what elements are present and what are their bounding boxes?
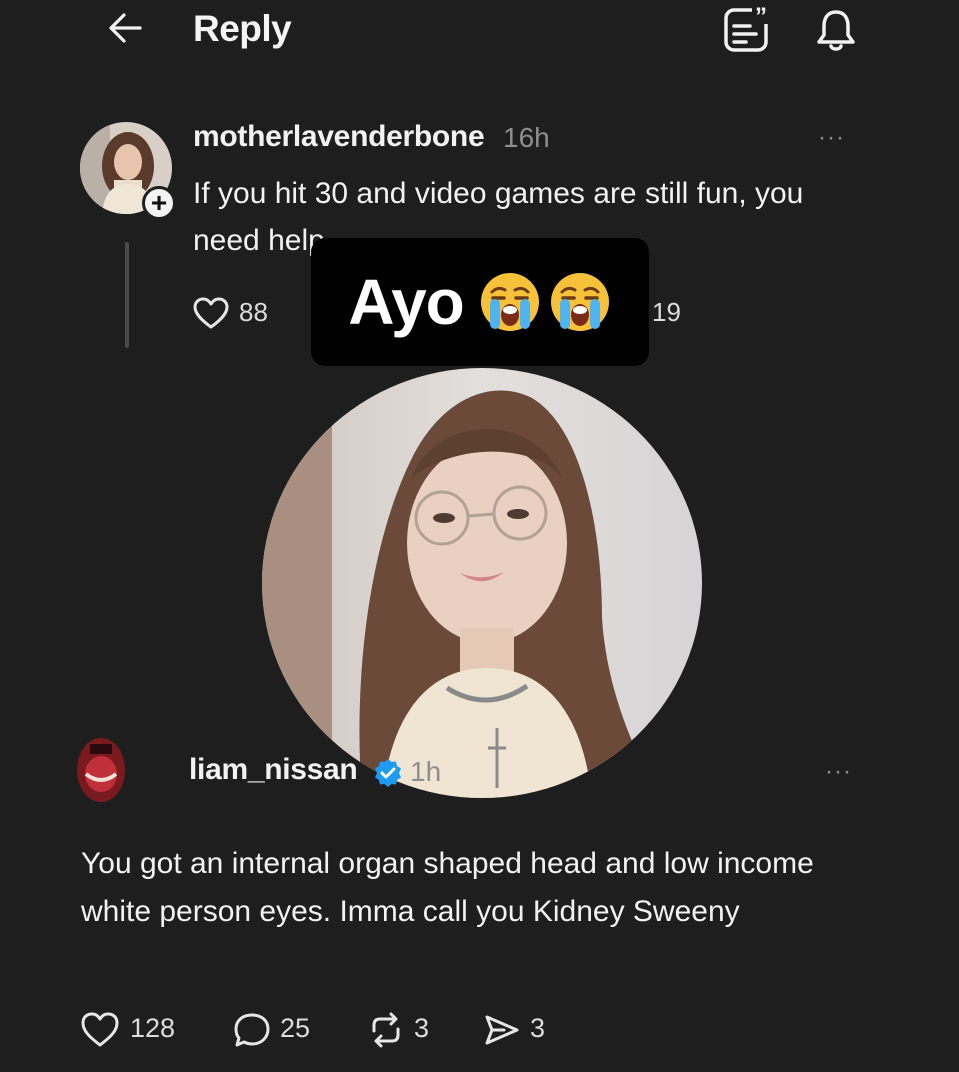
comment-count: 25 — [280, 1013, 311, 1043]
profile-portrait-image — [262, 368, 702, 798]
back-button[interactable] — [106, 10, 146, 46]
repost-button[interactable] — [366, 1011, 406, 1049]
send-icon — [485, 1015, 519, 1045]
like-count: 88 — [239, 297, 268, 327]
loudly-crying-face-emoji — [480, 273, 539, 331]
like-button[interactable] — [80, 1011, 120, 1049]
timestamp: 16h — [503, 122, 550, 153]
post-text: You got an internal organ shaped head an… — [81, 847, 814, 928]
heart-icon — [81, 1012, 119, 1047]
heart-icon — [193, 297, 229, 329]
username[interactable]: liam_nissan — [189, 753, 358, 787]
feed-button[interactable]: ” — [722, 3, 774, 54]
thread-line — [125, 242, 129, 348]
loudly-crying-face-emoji — [550, 273, 609, 331]
verified-badge-icon — [372, 757, 404, 789]
more-options-button[interactable]: ··· — [818, 124, 845, 152]
notifications-button[interactable] — [812, 6, 860, 54]
caption-text: Ayo — [348, 266, 465, 338]
timestamp: 1h — [410, 756, 442, 787]
svg-text:”: ” — [755, 4, 767, 30]
like-button[interactable] — [192, 296, 230, 330]
comment-bubble-icon — [234, 1013, 270, 1047]
avatar-image — [72, 730, 130, 810]
arrow-left-icon — [109, 13, 142, 43]
more-options-button[interactable]: ··· — [825, 758, 852, 786]
avatar-liam_nissan[interactable] — [72, 730, 130, 810]
plus-icon: + — [150, 187, 168, 218]
comment-button[interactable] — [232, 1011, 272, 1049]
username[interactable]: motherlavenderbone — [193, 120, 485, 154]
like-count: 128 — [130, 1013, 176, 1043]
repost-count: 3 — [414, 1013, 430, 1043]
repost-count: 19 — [652, 297, 681, 327]
bell-icon — [817, 10, 855, 51]
page-title: Reply — [193, 8, 292, 49]
repost-icon — [372, 1012, 400, 1048]
share-count: 3 — [530, 1013, 546, 1043]
follow-plus-button[interactable]: + — [142, 186, 176, 220]
caption-overlay: Ayo — [311, 238, 649, 366]
share-button[interactable] — [482, 1011, 522, 1049]
feed-quote-icon: ” — [724, 3, 772, 52]
